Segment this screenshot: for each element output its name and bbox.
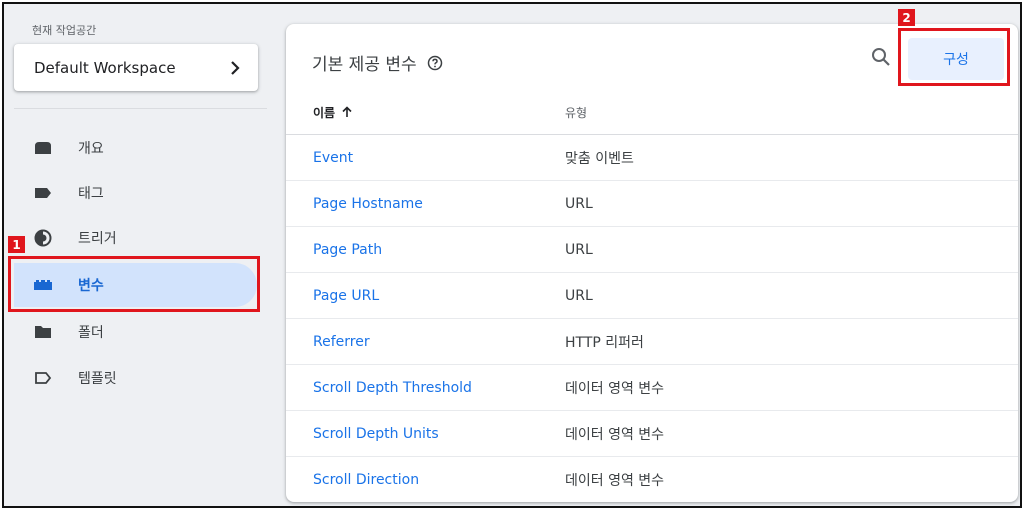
folder-icon: [32, 323, 54, 341]
table-row: Page Hostname URL: [286, 181, 1018, 227]
table-row: Referrer HTTP 리퍼러: [286, 319, 1018, 365]
variable-name-link[interactable]: Scroll Direction: [286, 472, 565, 488]
variable-name-link[interactable]: Page Path: [286, 242, 565, 258]
annotation-number-1: 1: [8, 236, 25, 253]
table-row: Scroll Depth Units 데이터 영역 변수: [286, 411, 1018, 457]
annotation-number-2: 2: [898, 9, 915, 26]
arrow-up-icon: [341, 106, 353, 118]
search-icon: [871, 47, 891, 71]
sidebar-item-templates[interactable]: 템플릿: [14, 356, 257, 400]
template-icon: [32, 369, 54, 387]
variable-name-link[interactable]: Event: [286, 150, 565, 166]
sidebar-item-label: 트리거: [78, 231, 117, 247]
page-title: 기본 제공 변수: [312, 55, 417, 75]
variable-type: 데이터 영역 변수: [565, 380, 665, 397]
workspace-name: Default Workspace: [34, 58, 176, 77]
variable-type: URL: [565, 195, 593, 212]
workspace-selector[interactable]: Default Workspace: [14, 44, 258, 91]
variable-name-link[interactable]: Referrer: [286, 334, 565, 350]
variable-type: URL: [565, 287, 593, 304]
variables-table: 이름 유형 Event 맞춤 이벤트 Page Hostname URL Pag…: [286, 90, 1018, 502]
table-row: Event 맞춤 이벤트: [286, 135, 1018, 181]
table-row: Page URL URL: [286, 273, 1018, 319]
variable-type: 맞춤 이벤트: [565, 150, 634, 167]
chevron-right-icon: [230, 60, 240, 75]
card-header: 기본 제공 변수: [312, 50, 443, 75]
trigger-icon: [32, 229, 54, 247]
sidebar-item-triggers[interactable]: 트리거: [14, 216, 257, 260]
table-header: 이름 유형: [286, 90, 1018, 135]
sidebar-item-label: 변수: [78, 278, 104, 294]
sidebar-item-folders[interactable]: 폴더: [14, 310, 257, 354]
variable-name-link[interactable]: Scroll Depth Units: [286, 426, 565, 442]
variable-type: URL: [565, 241, 593, 258]
search-button[interactable]: [868, 46, 894, 72]
column-header-name[interactable]: 이름: [286, 104, 565, 121]
table-row: Scroll Direction 데이터 영역 변수: [286, 457, 1018, 502]
table-row: Scroll Depth Threshold 데이터 영역 변수: [286, 365, 1018, 411]
sidebar-item-label: 개요: [78, 141, 104, 157]
variables-icon: [32, 276, 54, 294]
overview-icon: [32, 139, 54, 157]
tag-icon: [32, 184, 54, 202]
help-icon[interactable]: [427, 55, 443, 71]
variable-type: 데이터 영역 변수: [565, 426, 665, 443]
sidebar-divider: [14, 108, 267, 109]
variable-name-link[interactable]: Page Hostname: [286, 196, 565, 212]
sidebar-item-label: 템플릿: [78, 371, 117, 387]
sidebar-item-label: 폴더: [78, 325, 104, 341]
variable-name-link[interactable]: Page URL: [286, 288, 565, 304]
sidebar-item-variables[interactable]: 변수: [14, 263, 257, 307]
sidebar-item-tags[interactable]: 태그: [14, 171, 257, 215]
variable-type: 데이터 영역 변수: [565, 473, 665, 489]
variable-name-link[interactable]: Scroll Depth Threshold: [286, 380, 565, 396]
sidebar-item-overview[interactable]: 개요: [14, 126, 257, 170]
app-frame: 현재 작업공간 Default Workspace 개요 태그 트리거 변수 폴…: [2, 2, 1022, 508]
table-row: Page Path URL: [286, 227, 1018, 273]
variable-type: HTTP 리퍼러: [565, 334, 644, 351]
workspace-label: 현재 작업공간: [32, 24, 97, 37]
configure-button[interactable]: 구성: [908, 38, 1004, 80]
column-header-type: 유형: [565, 105, 588, 120]
builtin-variables-card: 기본 제공 변수 구성 이름 유형 Event 맞춤 이벤트 Page Host…: [286, 24, 1018, 502]
sidebar-item-label: 태그: [78, 186, 104, 202]
